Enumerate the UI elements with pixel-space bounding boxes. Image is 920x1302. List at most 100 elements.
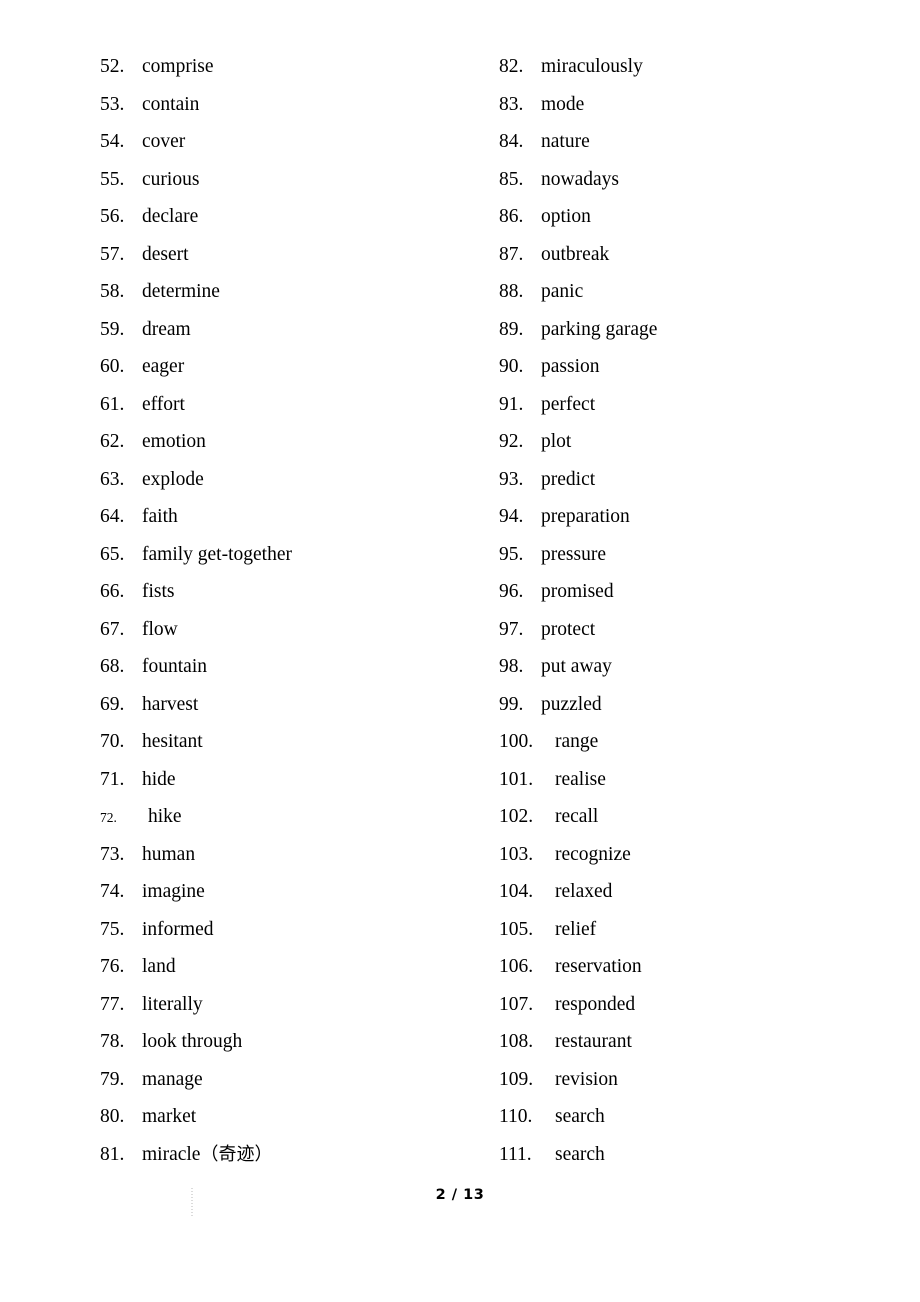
word-list-item: 86. option [499,198,899,236]
word-list-item: 93. predict [499,461,899,499]
word-list-item: 81. miracle（奇迹） [100,1136,480,1174]
word-list-item: 57. desert [100,236,480,274]
word-list-item: 55. curious [100,161,480,199]
word-list-item: 110. search [499,1098,899,1136]
word-list-item-number: 99. [499,693,524,715]
word-list-item-number: 62. [100,431,125,452]
word-list-item: 88. panic [499,273,899,311]
word-list-item-number: 81. [100,1143,125,1165]
word-list-item: 66. fists [100,573,480,611]
word-list-item-number: 86. [499,206,524,227]
word-list-item-number: 69. [100,693,125,715]
word-list-item-number: 97. [499,618,524,640]
word-list-item: 99. puzzled [499,686,899,724]
word-list-item-text: look through [142,1031,243,1052]
word-list-item-number: 104. [499,881,534,902]
word-list-item-number: 87. [499,243,524,265]
word-list-item: 52. comprise [100,48,480,86]
word-list-item-text: parking garage [541,318,658,340]
word-list-item-text: predict [541,468,596,490]
word-list-item-number: 55. [100,168,125,190]
word-list: 52. comprise 53. contain 54. cover 55. curious 5… [0,0,920,1180]
word-list-item-text: emotion [142,431,206,452]
word-list-item: 54. cover [100,123,480,161]
word-list-item-number: 88. [499,281,524,302]
word-list-item-number: 108. [499,1031,534,1052]
word-list-item: 62. emotion [100,423,480,461]
word-list-item-number: 67. [100,618,125,640]
word-list-item: 70. hesitant [100,723,480,761]
word-list-item-number: 66. [100,581,125,602]
word-list-item: 104. relaxed [499,873,899,911]
word-list-item: 82. miraculously [499,48,899,86]
word-list-item-text: recognize [555,843,631,865]
word-list-item: 80. market [100,1098,480,1136]
word-list-item-text: nowadays [541,168,619,190]
word-list-item: 105. relief [499,911,899,949]
word-list-item-number: 94. [499,506,524,527]
word-list-item-number: 92. [499,431,524,452]
word-list-item: 85. nowadays [499,161,899,199]
word-list-item: 71. hide [100,761,480,799]
word-list-item-number: 106. [499,956,534,977]
word-list-item: 106. reservation [499,948,899,986]
word-list-item-number: 75. [100,918,125,940]
word-list-item-text: cover [142,131,186,152]
word-list-item: 103. recognize [499,836,899,874]
word-list-item: 84. nature [499,123,899,161]
word-list-item-text: manage [142,1068,203,1090]
word-list-item-text: effort [142,393,185,415]
word-list-item: 96. promised [499,573,899,611]
word-list-item: 111. search [499,1136,899,1174]
word-list-column-left: 52. comprise 53. contain 54. cover 55. curious 5… [100,48,480,1173]
word-list-item-number: 85. [499,168,524,190]
page-footer: 2 / 13 [0,1186,920,1204]
word-list-item-number: 65. [100,543,125,565]
word-list-item-text: desert [142,243,189,265]
word-list-item-text: flow [142,618,178,640]
word-list-item-number: 96. [499,581,524,602]
word-list-item: 89. parking garage [499,311,899,349]
word-list-item: 75. informed [100,911,480,949]
word-list-item-text: hide [142,768,176,790]
word-list-item-number: 74. [100,881,125,902]
word-list-item-text: protect [541,618,596,640]
word-list-item-number: 77. [100,993,125,1015]
word-list-item-number: 63. [100,468,125,490]
word-list-item-text: dream [142,318,191,340]
word-list-item-number: 93. [499,468,524,490]
word-list-item: 56. declare [100,198,480,236]
word-list-item-number: 101. [499,768,534,790]
word-list-item-text: informed [142,918,214,940]
word-list-item-number: 59. [100,318,125,340]
word-list-item: 65. family get-together [100,536,480,574]
word-list-item: 69. harvest [100,686,480,724]
word-list-item-text: perfect [541,393,596,415]
word-list-item-number: 110. [499,1106,533,1127]
word-list-item: 60. eager [100,348,480,386]
word-list-item: 94. preparation [499,498,899,536]
word-list-item-number: 89. [499,318,524,340]
word-list-item-text: relaxed [555,881,613,902]
word-list-item: 77. literally [100,986,480,1024]
word-list-item-text: pressure [541,543,606,565]
word-list-item-number: 73. [100,843,125,865]
word-list-item-number: 100. [499,731,534,752]
word-list-item-number: 80. [100,1106,125,1127]
word-list-item: 64. faith [100,498,480,536]
word-list-item-text: eager [142,356,185,377]
word-list-item-text: option [541,206,591,227]
word-list-item-text: miraculously [541,56,643,77]
word-list-item-number: 95. [499,543,524,565]
word-list-item: 108. restaurant [499,1023,899,1061]
word-list-item: 100. range [499,723,899,761]
page-number: 2 / 13 [435,1187,485,1203]
word-list-item-text: search [555,1143,605,1165]
word-list-item-text: put away [541,656,612,677]
word-list-item-number: 57. [100,243,125,265]
word-list-item: 90. passion [499,348,899,386]
word-list-item: 109. revision [499,1061,899,1099]
word-list-item-number: 58. [100,281,125,302]
word-list-item-text: realise [555,768,606,790]
word-list-item: 87. outbreak [499,236,899,274]
